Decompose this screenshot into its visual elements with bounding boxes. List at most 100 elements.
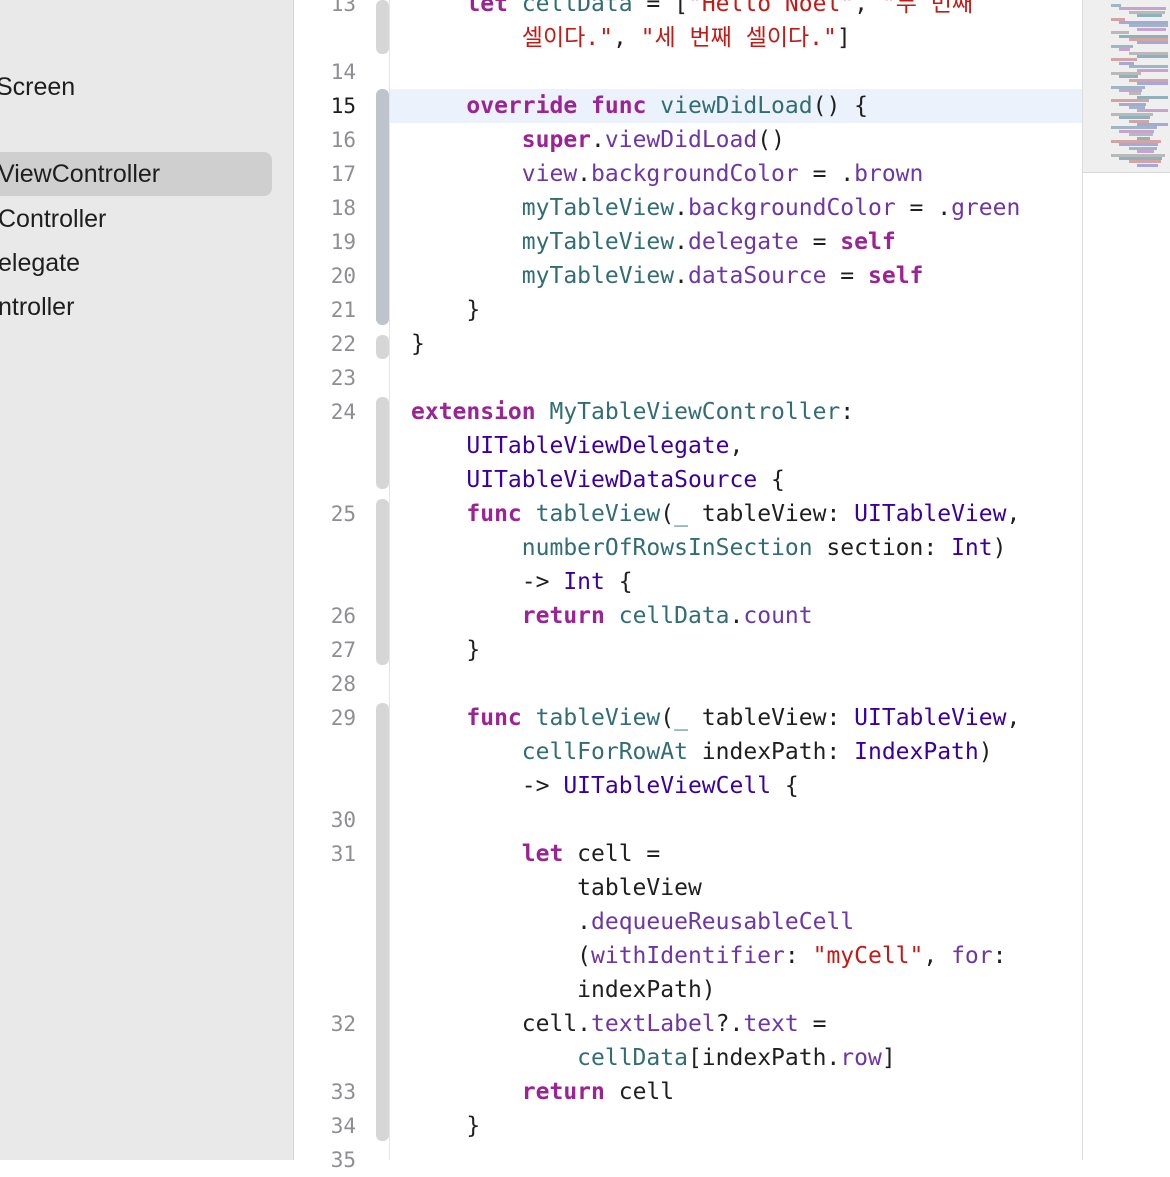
code-line[interactable]: indexPath) <box>411 973 715 1007</box>
code-fold-ribbon[interactable] <box>376 335 389 359</box>
minimap-line <box>1137 41 1168 45</box>
code-line[interactable]: -> UITableViewCell { <box>411 769 799 803</box>
source-editor[interactable]: let cellData = ["Hello Noel", "두 번째 셀이다.… <box>390 0 1082 1160</box>
code-line[interactable]: cellForRowAt indexPath: IndexPath) <box>411 735 993 769</box>
code-token: func <box>466 501 522 527</box>
code-line[interactable]: UITableViewDataSource { <box>411 463 785 497</box>
nav-item-screen[interactable]: Screen <box>0 65 100 109</box>
nav-item-controller-2[interactable]: ntroller <box>0 285 200 329</box>
nav-item-label: Screen <box>0 73 76 101</box>
code-token: ] <box>881 1045 896 1071</box>
line-number[interactable]: 30 <box>296 803 356 837</box>
code-line[interactable]: .dequeueReusableCell <box>411 905 854 939</box>
code-token: row <box>840 1045 882 1071</box>
code-line[interactable]: myTableView.backgroundColor = .green <box>411 191 1021 225</box>
line-number[interactable]: 20 <box>296 259 356 293</box>
line-number[interactable]: 34 <box>296 1109 356 1143</box>
code-token: tableView: <box>687 501 855 527</box>
code-token: for <box>951 943 993 969</box>
code-token: cellForRowAt <box>521 739 688 765</box>
code-line[interactable]: super.viewDidLoad() <box>411 123 785 157</box>
code-fold-ribbon[interactable] <box>376 499 389 665</box>
code-line[interactable]: } <box>411 293 480 327</box>
code-token: 셀이다." <box>521 25 613 51</box>
code-fold-ribbon-active[interactable] <box>376 89 389 325</box>
code-line[interactable]: -> Int { <box>411 565 633 599</box>
code-token: tableView <box>535 705 661 731</box>
line-number[interactable]: 26 <box>296 599 356 633</box>
line-number[interactable]: 24 <box>296 395 356 429</box>
code-token: viewDidLoad <box>660 93 813 119</box>
nav-item-delegate[interactable]: elegate <box>0 241 200 285</box>
minimap[interactable] <box>1083 0 1170 1160</box>
code-line[interactable]: return cellData.count <box>411 599 813 633</box>
nav-item-controller[interactable]: Controller <box>0 197 200 241</box>
code-line[interactable]: (withIdentifier: "myCell", for: <box>411 939 1006 973</box>
line-number[interactable]: 16 <box>296 123 356 157</box>
code-line[interactable]: extension MyTableViewController: <box>411 395 854 429</box>
code-token: } <box>411 331 425 357</box>
code-token: = . <box>798 161 855 187</box>
line-number[interactable]: 29 <box>296 701 356 735</box>
line-number[interactable]: 15 <box>296 89 356 123</box>
code-line[interactable]: 셀이다.", "세 번째 셀이다."] <box>411 21 851 55</box>
code-fold-ribbon[interactable] <box>376 703 389 1141</box>
line-number[interactable]: 28 <box>296 667 356 701</box>
code-token: ?. <box>715 1011 744 1037</box>
code-token: green <box>951 195 1021 221</box>
code-line[interactable]: override func viewDidLoad() { <box>411 89 868 123</box>
code-token: -> <box>411 569 564 595</box>
line-number[interactable]: 32 <box>296 1007 356 1041</box>
code-line[interactable]: let cellData = ["Hello Noel", "두 번째 <box>411 0 973 21</box>
nav-item-label: Controller <box>0 205 107 233</box>
line-number[interactable]: 18 <box>296 191 356 225</box>
line-number[interactable]: 13 <box>296 0 356 21</box>
code-token: UITableView <box>854 705 1007 731</box>
line-number[interactable]: 31 <box>296 837 356 871</box>
nav-item-label: ViewController <box>0 160 161 188</box>
line-number[interactable]: 35 <box>296 1143 356 1177</box>
line-number[interactable]: 14 <box>296 55 356 89</box>
code-line[interactable]: func tableView(_ tableView: UITableView, <box>411 497 1020 531</box>
code-token: textLabel <box>591 1011 716 1037</box>
code-line[interactable]: tableView <box>411 871 702 905</box>
code-line[interactable]: UITableViewDelegate, <box>411 429 743 463</box>
code-line[interactable]: cellData[indexPath.row] <box>411 1041 896 1075</box>
code-line[interactable]: myTableView.dataSource = self <box>411 259 924 293</box>
nav-item-viewcontroller[interactable]: ViewController <box>0 152 272 196</box>
code-token: viewDidLoad <box>604 127 758 153</box>
code-line[interactable]: numberOfRowsInSection section: Int) <box>411 531 1007 565</box>
code-token: } <box>411 297 481 323</box>
code-line[interactable]: let cell = <box>411 837 660 871</box>
code-line[interactable]: } <box>411 1109 480 1143</box>
line-number[interactable]: 33 <box>296 1075 356 1109</box>
code-line[interactable]: } <box>411 327 425 361</box>
line-number[interactable]: 21 <box>296 293 356 327</box>
code-fold-ribbon[interactable] <box>376 0 389 54</box>
code-line[interactable]: cell.textLabel?.text = <box>411 1007 827 1041</box>
code-token: let <box>466 0 508 17</box>
line-number[interactable]: 23 <box>296 361 356 395</box>
code-line[interactable]: func tableView(_ tableView: UITableView, <box>411 701 1020 735</box>
code-fold-ribbon[interactable] <box>376 397 389 489</box>
line-number[interactable]: 25 <box>296 497 356 531</box>
line-number[interactable]: 17 <box>296 157 356 191</box>
project-navigator: Screen ViewController Controller elegate… <box>0 0 294 1160</box>
line-number[interactable]: 22 <box>296 327 356 361</box>
line-number[interactable]: 27 <box>296 633 356 667</box>
code-token: super <box>521 127 592 153</box>
code-token: withIdentifier <box>591 943 785 969</box>
code-token: "myCell" <box>812 943 924 969</box>
code-line[interactable]: myTableView.delegate = self <box>411 225 896 259</box>
code-token: MyTableViewController <box>549 399 841 425</box>
line-number[interactable]: 19 <box>296 225 356 259</box>
code-line[interactable]: view.backgroundColor = .brown <box>411 157 924 191</box>
code-line[interactable]: return cell <box>411 1075 674 1109</box>
code-line[interactable]: } <box>411 633 480 667</box>
code-token: } <box>411 637 481 663</box>
